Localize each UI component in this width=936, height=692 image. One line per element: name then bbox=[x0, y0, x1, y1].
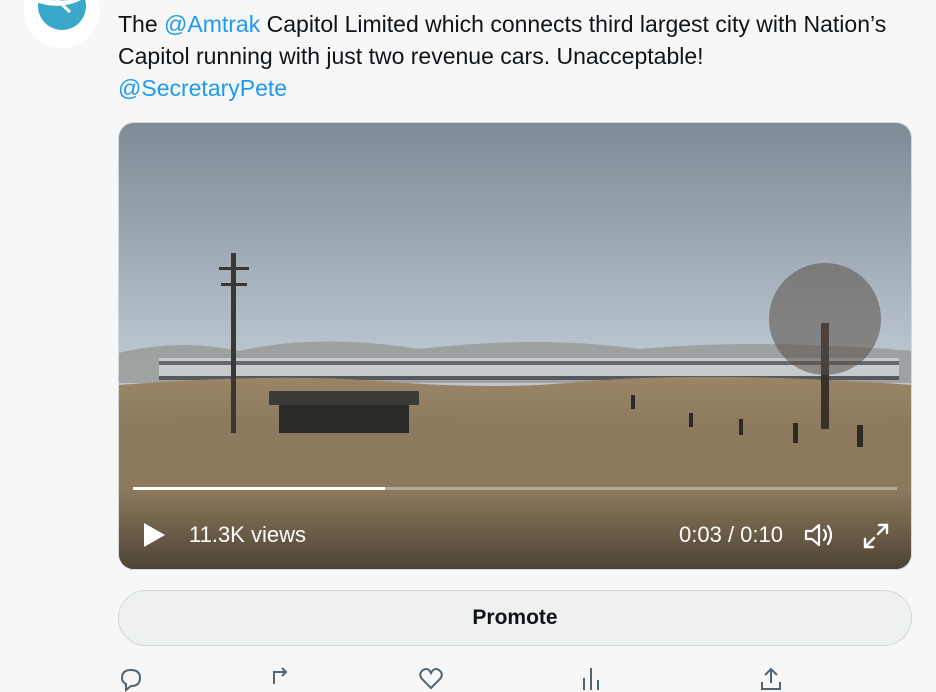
tweet-text: The @Amtrak Capitol Limited which connec… bbox=[118, 8, 908, 104]
video-time: 0:03 / 0:10 bbox=[679, 522, 783, 547]
tweet-action-bar bbox=[118, 660, 912, 692]
view-count: 11.3K views bbox=[189, 522, 306, 547]
video-progress-bar[interactable] bbox=[133, 487, 897, 490]
promote-button[interactable]: Promote bbox=[118, 590, 912, 646]
mention-secretarypete-link[interactable]: @SecretaryPete bbox=[118, 75, 287, 101]
reply-icon bbox=[120, 668, 142, 692]
like-icon bbox=[419, 668, 443, 690]
share-icon bbox=[761, 667, 781, 690]
mention-amtrak-link[interactable]: @Amtrak bbox=[164, 11, 260, 37]
retweet-icon bbox=[273, 667, 288, 684]
avatar[interactable] bbox=[24, 0, 100, 48]
play-icon bbox=[144, 523, 165, 547]
play-button[interactable] bbox=[141, 521, 167, 549]
volume-icon bbox=[804, 523, 833, 547]
views-button[interactable] bbox=[578, 660, 608, 690]
like-button[interactable] bbox=[418, 660, 448, 690]
fullscreen-icon bbox=[863, 523, 889, 549]
fullscreen-button[interactable] bbox=[861, 521, 891, 551]
tweet-text-prefix: The bbox=[118, 11, 165, 37]
mute-button[interactable] bbox=[803, 521, 835, 549]
share-button[interactable] bbox=[758, 660, 788, 690]
video-player[interactable]: 11.3K views 0:03 / 0:10 bbox=[118, 122, 912, 570]
amtrak-logo-icon bbox=[24, 0, 100, 48]
retweet-button[interactable] bbox=[268, 660, 298, 690]
reply-button[interactable] bbox=[118, 660, 148, 692]
video-progress-fill bbox=[133, 487, 386, 490]
views-icon bbox=[583, 668, 599, 690]
